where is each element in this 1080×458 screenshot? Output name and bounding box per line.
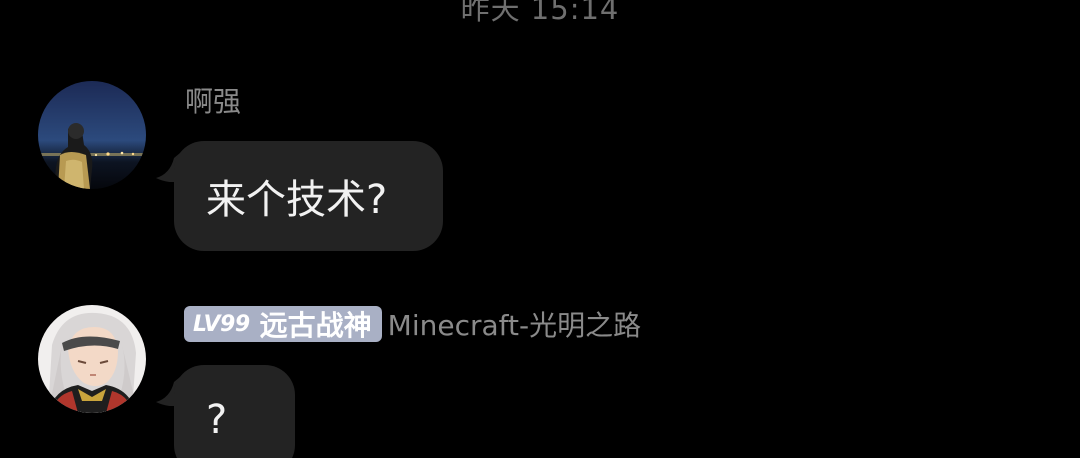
- message-timestamp: 昨天 15:14: [460, 0, 620, 26]
- member-title-badge[interactable]: LV99 远古战神: [184, 306, 382, 342]
- badge-level: LV99: [193, 311, 250, 337]
- message-text: ?: [206, 397, 228, 443]
- message-bubble[interactable]: 来个技术?: [174, 141, 443, 251]
- sender-avatar[interactable]: [38, 305, 146, 413]
- message-text: 来个技术?: [206, 177, 388, 223]
- night-scene-avatar-icon: [38, 81, 146, 189]
- sender-group-title[interactable]: Minecraft-光明之路: [388, 304, 641, 344]
- sender-name[interactable]: 啊强: [185, 80, 241, 120]
- sender-avatar[interactable]: [38, 81, 146, 189]
- message-bubble[interactable]: ?: [174, 365, 295, 458]
- sender-info-row: LV99 远古战神 Minecraft-光明之路: [184, 305, 641, 343]
- badge-title: 远古战神: [259, 309, 372, 342]
- anime-character-avatar-icon: [38, 305, 146, 413]
- chat-screen: 昨天 15:14 啊强 来个技术? LV99 远古战神 Minecraft-光明…: [0, 0, 1080, 458]
